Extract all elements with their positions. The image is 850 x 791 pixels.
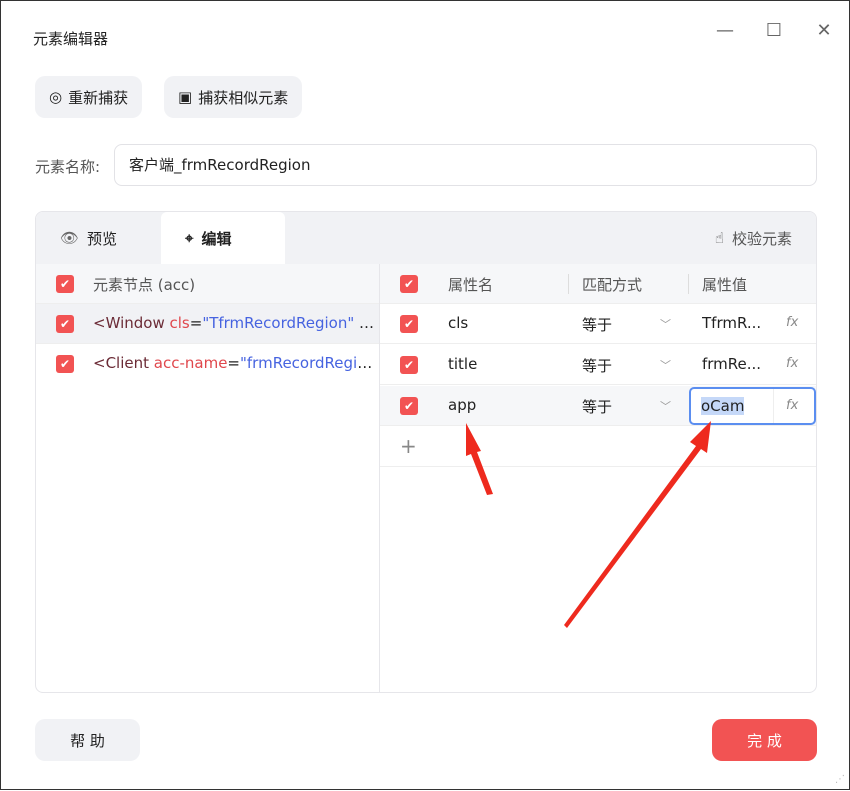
element-editor-window: 元素编辑器 — ☐ ✕ ◎ 重新捕获 ▣ 捕获相似元素 元素名称: 客户端_fr… <box>0 0 850 790</box>
red-arrow-icon <box>564 421 711 628</box>
annotation-arrows <box>466 421 711 628</box>
red-arrow-icon <box>466 423 493 495</box>
